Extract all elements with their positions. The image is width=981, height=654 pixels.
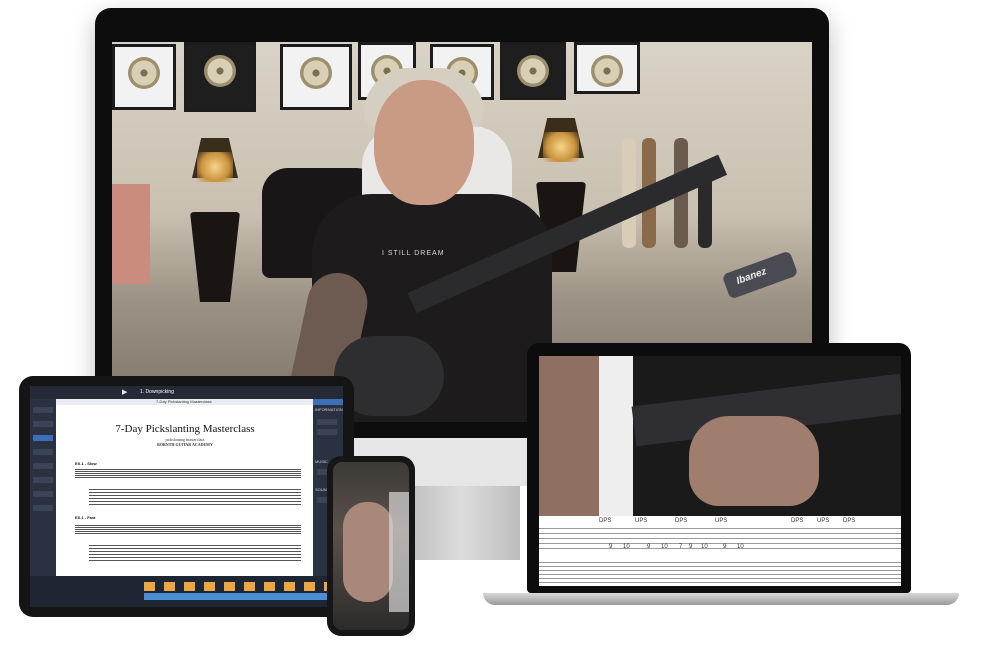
gold-record-frame	[280, 44, 352, 110]
pick-mark: DPS	[675, 518, 688, 524]
guitar-headstock: Ibanez	[721, 250, 799, 300]
laptop-screen[interactable]: DPS UPS DPS UPS DPS UPS DPS 9 10 9 10 7 …	[539, 356, 901, 586]
laptop-base	[483, 593, 959, 605]
tab-number: 10	[661, 544, 668, 550]
tab-number: 10	[701, 544, 708, 550]
imac-stand	[404, 486, 520, 560]
laptop-closeup-video[interactable]	[539, 356, 901, 516]
exercise-label: EX.1 - Slow	[75, 461, 97, 466]
score-toolbar[interactable]: ▶ 1. Downpicking	[30, 386, 343, 399]
phone-screen-video[interactable]	[333, 462, 409, 630]
gold-record-frame	[574, 42, 640, 94]
tab-number: 10	[737, 544, 744, 550]
picking-hand	[343, 502, 393, 602]
lamp-right-glow	[543, 132, 579, 162]
side-table-left	[190, 212, 240, 302]
gold-record-frame	[112, 44, 176, 110]
shirt-print: I STILL DREAM	[382, 250, 445, 257]
pick-mark: UPS	[635, 518, 648, 524]
instructor-face	[374, 80, 474, 205]
tablature: DPS UPS DPS UPS DPS UPS DPS 9 10 9 10 7 …	[539, 516, 901, 586]
guitar-brand-logo: Ibanez	[735, 265, 769, 287]
gold-record-frame	[184, 42, 256, 112]
pick-mark: DPS	[791, 518, 804, 524]
score-page: 7-Day Pickslanting Masterclass pickslant…	[59, 405, 311, 573]
score-author: BORNTH GUITAR ACADEMY	[157, 442, 213, 447]
exercise-label: EX.1 - Fast	[75, 515, 96, 520]
tab-number: 10	[623, 544, 630, 550]
guitar-strings	[389, 492, 409, 612]
tab-number: 9	[723, 544, 727, 550]
tab-number: 9	[689, 544, 693, 550]
guitar-body-white	[599, 356, 633, 516]
ipad-screen[interactable]: ▶ 1. Downpicking 7-Day Pickslanting Mast…	[30, 386, 343, 607]
pick-mark: UPS	[817, 518, 830, 524]
tab-number: 9	[647, 544, 651, 550]
lamp-left-glow	[197, 152, 233, 182]
gold-record-frame	[500, 42, 566, 100]
tab-number: 7	[679, 544, 683, 550]
pick-mark: UPS	[715, 518, 728, 524]
tools-sidebar[interactable]	[30, 399, 56, 576]
pick-mark: DPS	[599, 518, 612, 524]
fretting-hand	[689, 416, 819, 506]
wall-poster	[112, 184, 150, 284]
play-icon[interactable]: ▶	[122, 388, 127, 396]
track-mixer[interactable]	[30, 576, 343, 607]
pick-mark: DPS	[843, 518, 856, 524]
score-title: 7-Day Pickslanting Masterclass	[115, 423, 255, 435]
tab-number: 9	[609, 544, 613, 550]
song-selector[interactable]: 1. Downpicking	[140, 389, 174, 395]
